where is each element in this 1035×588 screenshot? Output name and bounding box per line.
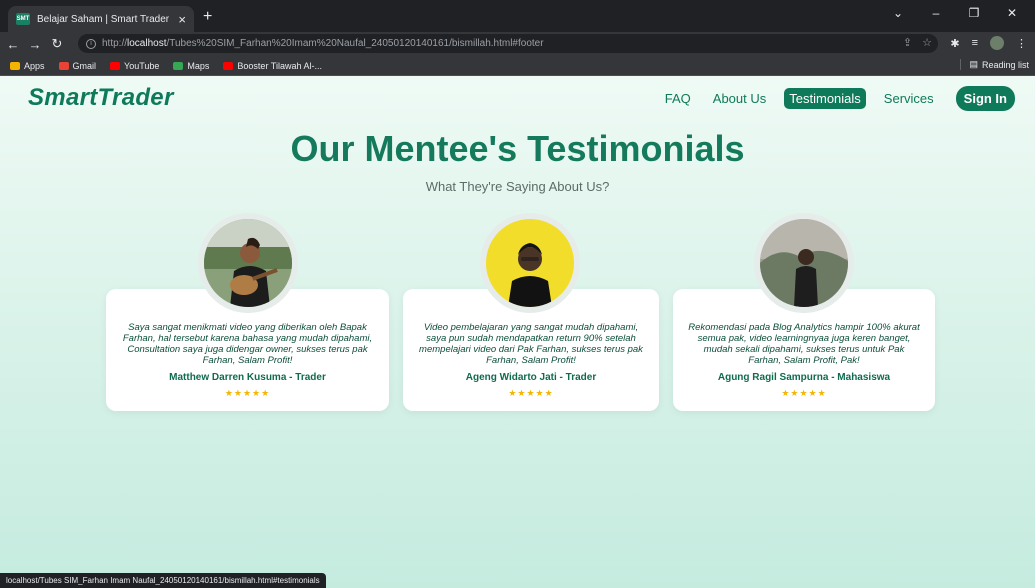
minimize-icon[interactable]: – <box>917 6 955 20</box>
avatar <box>198 213 298 313</box>
site-favicon-icon: SMT <box>16 13 30 25</box>
maps-pin-icon <box>173 61 184 70</box>
nav-link-about-us[interactable]: About Us <box>709 88 770 109</box>
bookmark-apps[interactable]: Apps <box>10 61 45 71</box>
testimonial-author: Matthew Darren Kusuma - Trader <box>169 371 326 383</box>
youtube-icon <box>110 61 121 70</box>
browser-status-bar: localhost/Tubes SIM_Farhan Imam Naufal_2… <box>0 573 326 588</box>
url-path: /Tubes%20SIM_Farhan%20Imam%20Naufal_2405… <box>166 38 544 49</box>
tab-search-icon[interactable]: ⌄ <box>879 6 917 20</box>
sign-in-button[interactable]: Sign In <box>955 86 1015 111</box>
nav-link-testimonials[interactable]: Testimonials <box>784 88 866 109</box>
bookmark-gmail[interactable]: Gmail <box>58 61 96 71</box>
url-host: localhost <box>127 38 167 49</box>
kebab-menu-icon[interactable]: ⋮ <box>1016 37 1027 50</box>
address-bar-row: ← → ↻ i http:// localhost /Tubes%20SIM_F… <box>0 32 1035 56</box>
browser-tab[interactable]: SMT Belajar Saham | Smart Trader × <box>8 6 194 32</box>
extensions-puzzle-icon[interactable]: ✱ <box>950 37 959 50</box>
profile-avatar-icon[interactable] <box>990 36 1004 50</box>
apps-grid-icon <box>10 61 20 70</box>
page-subtitle: What They're Saying About Us? <box>425 179 610 194</box>
mentee-photo <box>486 219 574 307</box>
avatar <box>754 213 854 313</box>
rating-stars-icon: ★★★★★ <box>508 387 554 398</box>
extension-icons: ✱ ≡ ⋮ <box>950 36 1027 50</box>
youtube-icon <box>223 61 234 70</box>
testimonial-quote: Saya sangat menikmati video yang diberik… <box>122 322 373 366</box>
reading-mode-icon[interactable]: ≡ <box>972 37 978 49</box>
site-info-icon[interactable]: i <box>86 38 96 49</box>
omnibox-actions: ⇪ ☆ <box>903 36 932 49</box>
bookmark-youtube[interactable]: YouTube <box>110 61 159 71</box>
bookmark-maps[interactable]: Maps <box>173 61 209 71</box>
share-icon[interactable]: ⇪ <box>903 36 912 49</box>
bookmarks-bar: Apps Gmail YouTube Maps Booster Tilawah … <box>0 56 1035 76</box>
close-tab-icon[interactable]: × <box>178 12 186 27</box>
reload-icon[interactable]: ↻ <box>48 36 66 52</box>
back-icon[interactable]: ← <box>4 37 22 52</box>
mentee-photo <box>204 219 292 307</box>
testimonial-author: Ageng Widarto Jati - Trader <box>465 371 597 383</box>
url-input[interactable]: i http:// localhost /Tubes%20SIM_Farhan%… <box>78 34 938 53</box>
rating-stars-icon: ★★★★★ <box>224 387 271 398</box>
nav-link-faq[interactable]: FAQ <box>661 88 695 109</box>
site-navbar: SmartTrader FAQ About Us Testimonials Se… <box>0 76 1035 122</box>
reading-list-icon: ▤ <box>969 59 978 69</box>
url-prefix: http:// <box>102 38 128 49</box>
page-content: SmartTrader FAQ About Us Testimonials Se… <box>0 76 1035 588</box>
testimonial-quote: Rekomendasi pada Blog Analytics hampir 1… <box>688 322 920 366</box>
bookmark-booster-tilawah[interactable]: Booster Tilawah Al-... <box>223 61 322 71</box>
testimonial-quote: Video pembelajaran yang sangat mudah dip… <box>419 322 643 366</box>
new-tab-icon[interactable]: + <box>203 8 212 26</box>
rating-stars-icon: ★★★★★ <box>781 387 827 398</box>
restore-icon[interactable]: ❐ <box>955 6 993 20</box>
site-logo[interactable]: SmartTrader <box>28 84 174 112</box>
tab-title: Belajar Saham | Smart Trader <box>37 13 170 25</box>
testimonial-author: Agung Ragil Sampurna - Mahasiswa <box>717 371 891 383</box>
reading-list-button[interactable]: ▤ Reading list <box>960 59 1029 70</box>
nav-links: FAQ About Us Testimonials Services Sign … <box>647 86 1015 111</box>
browser-tab-bar: SMT Belajar Saham | Smart Trader × + ⌄ –… <box>0 0 1035 32</box>
page-title: Our Mentee's Testimonials <box>290 128 745 169</box>
close-window-icon[interactable]: ✕ <box>993 6 1031 20</box>
forward-icon[interactable]: → <box>26 37 44 52</box>
bookmark-star-icon[interactable]: ☆ <box>922 36 932 49</box>
avatar <box>480 213 580 313</box>
mentee-photo <box>760 219 848 307</box>
nav-link-services[interactable]: Services <box>880 88 938 109</box>
window-controls: ⌄ – ❐ ✕ <box>879 6 1031 20</box>
gmail-icon <box>58 61 69 70</box>
